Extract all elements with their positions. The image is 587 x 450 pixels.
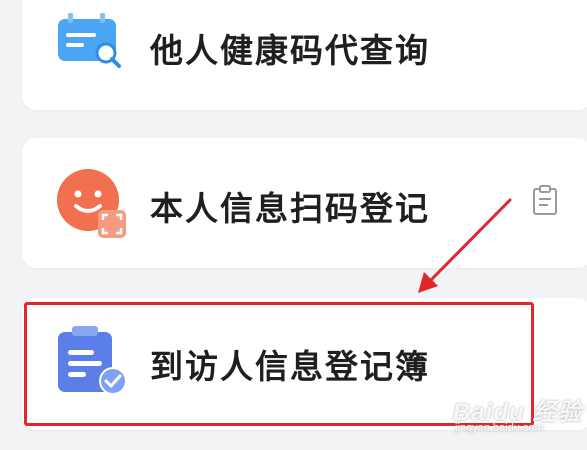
menu-item-label: 本人信息扫码登记 bbox=[150, 189, 430, 228]
calendar-search-icon bbox=[56, 13, 126, 73]
page-edge bbox=[0, 0, 10, 450]
menu-item-proxy-health-code-query[interactable]: 他人健康码代查询 bbox=[22, 0, 587, 110]
baidu-watermark: Baidu 经验 jingyan.baidu.com bbox=[453, 392, 582, 434]
menu-item-self-scan-register[interactable]: 本人信息扫码登记 bbox=[22, 138, 587, 268]
menu-item-label: 到访人信息登记簿 bbox=[150, 347, 430, 386]
menu-item-label: 他人健康码代查询 bbox=[150, 31, 430, 70]
clipboard-icon[interactable] bbox=[532, 185, 558, 219]
clipboard-check-icon bbox=[56, 326, 130, 404]
watermark-url: jingyan.baidu.com bbox=[455, 422, 544, 434]
smiley-scan-icon bbox=[56, 168, 130, 246]
